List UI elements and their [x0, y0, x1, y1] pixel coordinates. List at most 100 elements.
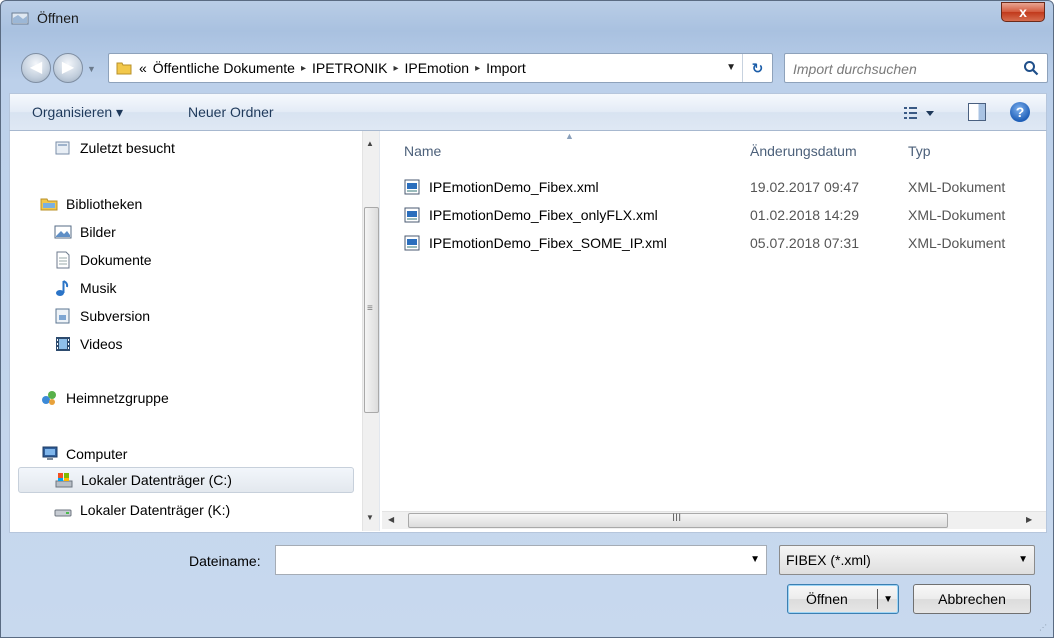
nav-item-label: Dokumente	[80, 252, 152, 268]
filename-input[interactable]	[280, 551, 730, 569]
file-name: IPEmotionDemo_Fibex_SOME_IP.xml	[429, 235, 667, 251]
computer-icon	[42, 446, 58, 460]
cancel-button[interactable]: Abbrechen	[913, 584, 1031, 614]
file-row[interactable]: IPEmotionDemo_Fibex_SOME_IP.xml 05.07.20…	[404, 233, 1044, 255]
column-header-name[interactable]: Name	[404, 143, 441, 159]
nav-item-label: Lokaler Datenträger (K:)	[80, 502, 231, 518]
recent-places-icon	[55, 141, 70, 155]
nav-item-documents[interactable]: Dokumente	[54, 247, 152, 273]
file-type: XML-Dokument	[908, 207, 1006, 223]
file-type-filter[interactable]: FIBEX (*.xml) ▼	[779, 545, 1035, 575]
title-bar[interactable]: Öffnen x	[1, 1, 1053, 35]
file-row[interactable]: IPEmotionDemo_Fibex_onlyFLX.xml 01.02.20…	[404, 205, 1044, 227]
pictures-icon	[54, 225, 72, 239]
nav-item-subversion[interactable]: Subversion	[54, 303, 150, 329]
file-date: 01.02.2018 14:29	[750, 207, 859, 223]
scroll-right-arrow-icon[interactable]: ▶	[1026, 515, 1032, 524]
nav-item-label: Videos	[80, 336, 123, 352]
file-list-horizontal-scrollbar[interactable]: ◀ III ▶	[382, 511, 1046, 529]
sort-ascending-icon: ▲	[565, 131, 574, 141]
navigation-pane: Zuletzt besucht Bibliotheken Bilder Doku…	[10, 131, 380, 531]
new-folder-button[interactable]: Neuer Ordner	[188, 104, 274, 120]
breadcrumb-item[interactable]: Import	[486, 60, 526, 78]
nav-item-computer[interactable]: Computer	[40, 441, 127, 467]
nav-item-libraries[interactable]: Bibliotheken	[40, 191, 142, 217]
file-type: XML-Dokument	[908, 235, 1006, 251]
nav-item-label: Zuletzt besucht	[80, 140, 175, 156]
nav-item-label: Computer	[66, 446, 128, 462]
close-button[interactable]: x	[1001, 2, 1045, 22]
forward-button[interactable]: ▶	[53, 53, 83, 83]
breadcrumb: « Öffentliche Dokumente ▸ IPETRONIK ▸ IP…	[139, 60, 526, 78]
filename-combobox[interactable]: ▼	[275, 545, 767, 575]
scrollbar-grip-icon: ≡	[367, 303, 373, 314]
videos-icon	[56, 337, 70, 351]
refresh-icon: ↻	[751, 60, 764, 76]
back-button[interactable]: ◀	[21, 53, 51, 83]
breadcrumb-item[interactable]: IPEmotion	[404, 60, 469, 78]
homegroup-icon	[42, 391, 56, 405]
file-type: XML-Dokument	[908, 179, 1006, 195]
content-area: Zuletzt besucht Bibliotheken Bilder Doku…	[9, 131, 1047, 533]
documents-icon	[56, 251, 70, 269]
xml-file-icon	[404, 179, 420, 195]
breadcrumb-separator[interactable]: ▸	[301, 60, 306, 78]
nav-pane-scrollbar[interactable]: ▲ ≡ ▼	[362, 131, 379, 531]
organize-menu[interactable]: Organisieren ▾	[32, 104, 123, 121]
file-type-filter-value: FIBEX (*.xml)	[786, 552, 871, 568]
open-options-dropdown-icon[interactable]: ▼	[883, 586, 893, 614]
nav-item-pictures[interactable]: Bilder	[54, 219, 116, 245]
column-header-type[interactable]: Typ	[908, 143, 931, 159]
navigation-bar: ◀ ▶ ▼ « Öffentliche Dokumente ▸ IPETRONI…	[1, 35, 1053, 93]
view-options-icon[interactable]	[902, 104, 938, 122]
column-header-date[interactable]: Änderungsdatum	[750, 143, 857, 159]
back-arrow-icon: ◀	[29, 59, 43, 76]
libraries-icon	[40, 198, 58, 211]
nav-item-videos[interactable]: Videos	[54, 331, 123, 357]
open-button[interactable]: Öffnen ▼	[787, 584, 899, 614]
breadcrumb-separator[interactable]: ▸	[475, 60, 480, 78]
help-icon[interactable]: ?	[1010, 102, 1030, 122]
nav-item-label: Subversion	[80, 308, 151, 324]
recent-pages-dropdown[interactable]: ▼	[87, 64, 97, 74]
breadcrumb-separator[interactable]: ▸	[393, 60, 398, 78]
address-dropdown-icon[interactable]: ▼	[726, 62, 736, 73]
nav-item-label: Musik	[80, 280, 117, 296]
chevron-down-icon[interactable]: ▼	[1018, 554, 1028, 565]
search-icon[interactable]	[1023, 60, 1039, 76]
resize-grip-icon[interactable]: ⋰	[1039, 623, 1049, 633]
breadcrumb-item[interactable]: Öffentliche Dokumente	[153, 60, 295, 78]
filename-label: Dateiname:	[189, 553, 261, 569]
file-row[interactable]: IPEmotionDemo_Fibex.xml 19.02.2017 09:47…	[404, 177, 1044, 199]
nav-item-music[interactable]: Musik	[54, 275, 117, 301]
nav-item-label: Lokaler Datenträger (C:)	[81, 472, 232, 488]
nav-item-recent[interactable]: Zuletzt besucht	[54, 135, 175, 161]
nav-item-homegroup[interactable]: Heimnetzgruppe	[40, 385, 169, 411]
breadcrumb-overflow[interactable]: «	[139, 60, 147, 78]
nav-item-label: Bilder	[80, 224, 116, 240]
scroll-down-arrow-icon[interactable]: ▼	[366, 513, 374, 522]
scroll-left-arrow-icon[interactable]: ◀	[388, 515, 394, 524]
preview-pane-icon[interactable]	[968, 103, 986, 121]
chevron-down-icon[interactable]: ▼	[750, 554, 760, 565]
file-date: 05.07.2018 07:31	[750, 235, 859, 251]
nav-item-drive-k[interactable]: Lokaler Datenträger (K:)	[54, 497, 230, 523]
file-date: 19.02.2017 09:47	[750, 179, 859, 195]
command-toolbar: Organisieren ▾ Neuer Ordner ?	[9, 93, 1047, 131]
open-file-dialog: Öffnen x ◀ ▶ ▼ « Öffentliche Dokumente ▸…	[0, 0, 1054, 638]
search-input[interactable]	[793, 60, 1013, 78]
music-icon	[56, 280, 69, 296]
split-divider	[877, 589, 878, 609]
nav-item-drive-c[interactable]: Lokaler Datenträger (C:)	[18, 467, 354, 493]
refresh-button[interactable]: ↻	[742, 54, 772, 82]
subversion-icon	[55, 308, 70, 324]
drive-icon	[54, 509, 72, 517]
address-bar[interactable]: « Öffentliche Dokumente ▸ IPETRONIK ▸ IP…	[108, 53, 773, 83]
breadcrumb-item[interactable]: IPETRONIK	[312, 60, 387, 78]
search-box[interactable]	[784, 53, 1048, 83]
nav-item-label: Bibliotheken	[66, 196, 143, 212]
nav-item-label: Heimnetzgruppe	[66, 390, 169, 406]
file-list: ▲ Name Änderungsdatum Typ IPEmotionDemo_…	[382, 131, 1046, 531]
xml-file-icon	[404, 207, 420, 223]
scroll-up-arrow-icon[interactable]: ▲	[366, 139, 374, 148]
